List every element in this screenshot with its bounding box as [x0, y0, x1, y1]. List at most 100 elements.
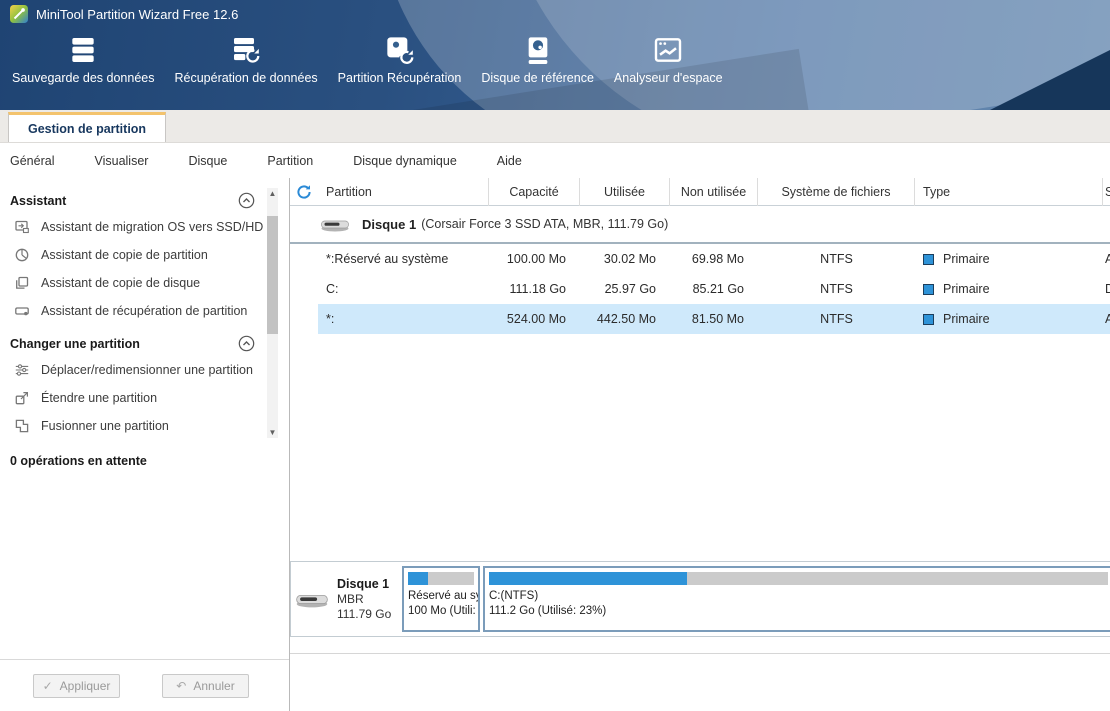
disk-group-row[interactable]: Disque 1 (Corsair Force 3 SSD ATA, MBR, …: [290, 206, 1110, 244]
check-icon: ✓: [43, 679, 53, 693]
column-header-used[interactable]: Utilisée: [580, 178, 670, 206]
partition-used: 30.02 Mo: [580, 244, 670, 274]
sidebar-scroll-region: Assistant Assistant de migration OS vers…: [0, 178, 289, 446]
scrollbar-up-arrow[interactable]: ▲: [267, 188, 278, 199]
column-header-partition[interactable]: Partition: [318, 178, 489, 206]
menu-dynamic-disk[interactable]: Disque dynamique: [353, 154, 457, 168]
partition-status: D: [1103, 274, 1110, 304]
disk-map-disk-label[interactable]: Disque 1 MBR 111.79 Go: [291, 562, 401, 636]
menu-general[interactable]: Général: [10, 154, 54, 168]
menu-view[interactable]: Visualiser: [94, 154, 148, 168]
partition-filesystem: NTFS: [758, 274, 915, 304]
collapse-chevron-icon[interactable]: [238, 192, 255, 209]
wizard-logo-icon: [10, 5, 28, 23]
disk-map-partition-table: MBR: [337, 592, 391, 607]
partition-row-system-reserved[interactable]: *:Réservé au système 100.00 Mo 30.02 Mo …: [290, 244, 1110, 274]
refresh-button[interactable]: [290, 178, 318, 206]
partition-status: A: [1103, 244, 1110, 274]
sidebar-item-extend-partition[interactable]: Étendre une partition: [0, 384, 289, 412]
column-header-capacity[interactable]: Capacité: [489, 178, 580, 206]
undo-button[interactable]: ↶ Annuler: [162, 674, 249, 698]
partition-name: C:: [318, 274, 489, 304]
disk-map-name: Disque 1: [337, 577, 391, 592]
disk-name: Disque 1: [362, 217, 416, 232]
column-header-filesystem[interactable]: Système de fichiers: [758, 178, 915, 206]
menu-disk[interactable]: Disque: [188, 154, 227, 168]
tab-strip: Gestion de partition: [0, 110, 1110, 143]
menu-help[interactable]: Aide: [497, 154, 522, 168]
scrollbar-thumb[interactable]: [267, 216, 278, 334]
primary-type-icon: [923, 284, 934, 295]
recover-partition-icon: [14, 303, 30, 319]
data-recovery-icon: [230, 34, 262, 66]
toolbar-partition-recovery[interactable]: Partition Récupération: [328, 28, 472, 85]
menu-partition[interactable]: Partition: [267, 154, 313, 168]
sidebar-item-move-resize[interactable]: Déplacer/redimensionner une partition: [0, 356, 289, 384]
copy-partition-icon: [14, 247, 30, 263]
partition-recovery-icon: [384, 34, 416, 66]
partition-filesystem: NTFS: [758, 304, 915, 334]
extend-partition-icon: [14, 390, 30, 406]
sidebar-item-partition-recovery[interactable]: Assistant de récupération de partition: [0, 297, 289, 325]
toolbar-data-backup[interactable]: Sauvegarde des données: [2, 28, 164, 85]
window-title: MiniTool Partition Wizard Free 12.6: [36, 7, 238, 22]
usage-bar: [408, 572, 474, 585]
header: MiniTool Partition Wizard Free 12.6 Sauv…: [0, 0, 1110, 110]
partition-used: 25.97 Go: [580, 274, 670, 304]
column-header-type[interactable]: Type: [915, 178, 1103, 206]
partition-name: *:: [318, 304, 489, 334]
block-size-label: 111.2 Go (Utilisé: 23%): [489, 604, 1108, 619]
partition-capacity: 111.18 Go: [489, 274, 580, 304]
refresh-icon: [296, 184, 312, 200]
data-backup-icon: [67, 34, 99, 66]
partition-row-unlabeled[interactable]: *: 524.00 Mo 442.50 Mo 81.50 Mo NTFS Pri…: [290, 304, 1110, 334]
partition-row-c-drive[interactable]: C: 111.18 Go 25.97 Go 85.21 Go NTFS Prim…: [290, 274, 1110, 304]
disk-map-block-system-reserved[interactable]: Réservé au sy 100 Mo (Utili:: [402, 566, 480, 632]
main-panel: Partition Capacité Utilisée Non utilisée…: [290, 178, 1110, 711]
partition-capacity: 524.00 Mo: [489, 304, 580, 334]
block-label: C:(NTFS): [489, 589, 1108, 604]
toolbar-disk-benchmark[interactable]: Disque de référence: [471, 28, 604, 85]
disk-map-block-c-drive[interactable]: C:(NTFS) 111.2 Go (Utilisé: 23%): [483, 566, 1110, 632]
scrollbar-down-arrow[interactable]: ▼: [267, 427, 278, 438]
partition-type: Primaire: [915, 244, 1103, 274]
column-header-unused[interactable]: Non utilisée: [670, 178, 758, 206]
partition-type: Primaire: [915, 274, 1103, 304]
partition-name: *:Réservé au système: [318, 244, 489, 274]
partition-filesystem: NTFS: [758, 244, 915, 274]
apply-button[interactable]: ✓ Appliquer: [33, 674, 120, 698]
titlebar: MiniTool Partition Wizard Free 12.6: [0, 0, 1110, 28]
disk-map-capacity: 111.79 Go: [337, 607, 391, 622]
undo-arrow-icon: ↶: [176, 679, 186, 693]
primary-type-icon: [923, 314, 934, 325]
column-header-status[interactable]: S: [1103, 178, 1110, 206]
sidebar-item-split-partition[interactable]: Diviser une partition: [0, 440, 289, 446]
sidebar-item-copy-disk[interactable]: Assistant de copie de disque: [0, 269, 289, 297]
pending-operations-label: 0 opérations en attente: [0, 446, 289, 468]
disk-details: (Corsair Force 3 SSD ATA, MBR, 111.79 Go…: [421, 217, 668, 231]
os-migration-icon: [14, 219, 30, 235]
menu-bar: Général Visualiser Disque Partition Disq…: [0, 143, 1110, 178]
sidebar-section-change-partition: Changer une partition: [0, 331, 289, 356]
sidebar-item-migrate-os[interactable]: Assistant de migration OS vers SSD/HD: [0, 213, 289, 241]
sidebar-item-merge-partition[interactable]: Fusionner une partition: [0, 412, 289, 440]
partition-unused: 85.21 Go: [670, 274, 758, 304]
partition-used: 442.50 Mo: [580, 304, 670, 334]
disk-benchmark-icon: [522, 34, 554, 66]
partition-type: Primaire: [915, 304, 1103, 334]
merge-partition-icon: [14, 418, 30, 434]
sidebar-scrollbar[interactable]: ▲ ▼: [267, 188, 278, 438]
sidebar-item-copy-partition[interactable]: Assistant de copie de partition: [0, 241, 289, 269]
tab-partition-management[interactable]: Gestion de partition: [8, 112, 166, 142]
collapse-chevron-icon[interactable]: [238, 335, 255, 352]
space-analyzer-icon: [652, 34, 684, 66]
partition-table-header: Partition Capacité Utilisée Non utilisée…: [290, 178, 1110, 206]
toolbar-space-analyzer[interactable]: Analyseur d'espace: [604, 28, 733, 85]
partition-unused: 69.98 Mo: [670, 244, 758, 274]
toolbar-data-recovery[interactable]: Récupération de données: [164, 28, 327, 85]
move-resize-icon: [14, 362, 30, 378]
primary-type-icon: [923, 254, 934, 265]
block-label: Réservé au sy: [408, 589, 474, 604]
copy-disk-icon: [14, 275, 30, 291]
partition-capacity: 100.00 Mo: [489, 244, 580, 274]
